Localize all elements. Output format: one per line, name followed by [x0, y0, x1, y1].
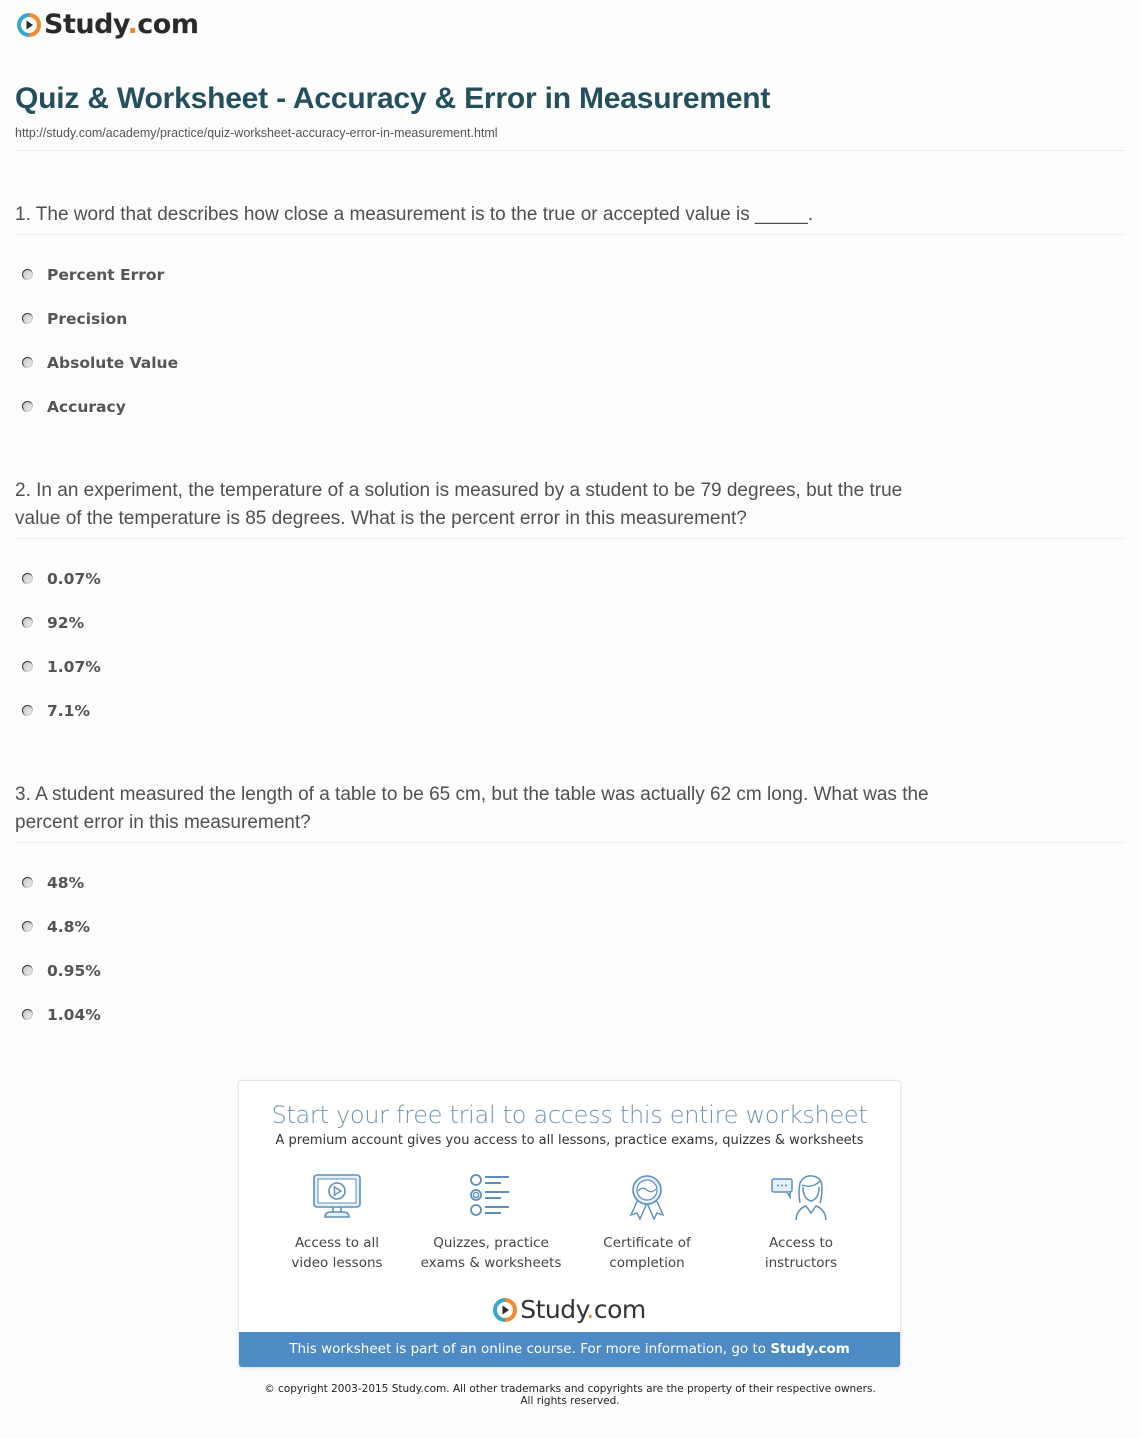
option-label: 48% [47, 874, 85, 892]
answer-option[interactable]: Precision [22, 310, 178, 354]
radio-button[interactable] [22, 965, 33, 976]
logo-wordmark: Study.com [44, 9, 199, 40]
divider [15, 842, 1125, 843]
divider [15, 538, 1125, 539]
answer-option[interactable]: 4.8% [22, 918, 101, 962]
page-title: Quiz & Worksheet - Accuracy & Error in M… [15, 82, 771, 115]
study-com-link[interactable]: Study.com [770, 1341, 849, 1357]
answer-option[interactable]: 0.95% [22, 962, 101, 1006]
option-label: Accuracy [47, 398, 126, 416]
promo-subtitle: A premium account gives you access to al… [275, 1133, 864, 1148]
copyright-notice: © copyright 2003-2015 Study.com. All oth… [264, 1383, 876, 1407]
answer-option[interactable]: 0.07% [22, 570, 101, 614]
option-label: Absolute Value [47, 354, 179, 372]
radio-button[interactable] [22, 921, 33, 932]
option-label: 4.8% [47, 918, 90, 936]
answer-option[interactable]: Percent Error [22, 266, 178, 310]
radio-button[interactable] [22, 401, 33, 412]
divider [15, 234, 1125, 235]
logo-wordmark: Study.com [520, 1295, 646, 1324]
radio-button[interactable] [22, 573, 33, 584]
radio-button[interactable] [22, 269, 33, 280]
course-info-banner: This worksheet is part of an online cour… [239, 1332, 900, 1367]
question-3-text: 3. A student measured the length of a ta… [15, 784, 929, 833]
answer-option[interactable]: 48% [22, 874, 101, 918]
free-trial-promo: Start your free trial to access this ent… [238, 1080, 901, 1368]
feature-certificate: Certificate of completion [567, 1173, 727, 1273]
page-url[interactable]: http://study.com/academy/practice/quiz-w… [15, 126, 498, 140]
promo-title[interactable]: Start your free trial to access this ent… [239, 1101, 900, 1129]
feature-label: Quizzes, practice exams & worksheets [420, 1235, 562, 1271]
answer-option[interactable]: 1.04% [22, 1006, 101, 1050]
certificate-ribbon-icon [629, 1175, 665, 1221]
answer-option[interactable]: 1.07% [22, 658, 101, 702]
study-com-logo[interactable]: Study.com [17, 10, 199, 40]
question-2-text: 2. In an experiment, the temperature of … [15, 480, 903, 529]
question-2-options: 0.07% 92% 1.07% 7.1% [22, 570, 101, 746]
question-3-options: 48% 4.8% 0.95% 1.04% [22, 874, 101, 1050]
quiz-list-icon [470, 1174, 509, 1216]
radio-button[interactable] [22, 357, 33, 368]
radio-button[interactable] [22, 313, 33, 324]
instructor-chat-icon [771, 1175, 827, 1221]
option-label: Precision [47, 310, 128, 328]
option-label: 1.04% [47, 1006, 101, 1024]
feature-instructors: Access to instructors [721, 1173, 881, 1273]
option-label: 92% [47, 614, 85, 632]
feature-label: Access to all video lessons [291, 1235, 383, 1271]
feature-label: Certificate of completion [603, 1235, 691, 1271]
option-label: 1.07% [47, 658, 101, 676]
promo-study-com-logo[interactable]: Study.com [239, 1295, 900, 1325]
feature-label: Access to instructors [764, 1235, 838, 1271]
option-label: 7.1% [47, 702, 90, 720]
feature-video-lessons: Access to all video lessons [257, 1173, 417, 1273]
monitor-play-icon [313, 1174, 361, 1218]
answer-option[interactable]: Accuracy [22, 398, 178, 442]
answer-option[interactable]: Absolute Value [22, 354, 178, 398]
question-1-text: 1. The word that describes how close a m… [15, 204, 814, 225]
radio-button[interactable] [22, 877, 33, 888]
divider [15, 150, 1125, 151]
radio-button[interactable] [22, 617, 33, 628]
option-label: 0.95% [47, 962, 101, 980]
play-logo-icon [17, 13, 41, 37]
question-1-options: Percent Error Precision Absolute Value A… [22, 266, 178, 442]
radio-button[interactable] [22, 705, 33, 716]
option-label: 0.07% [47, 570, 101, 588]
feature-quizzes: Quizzes, practice exams & worksheets [411, 1173, 571, 1273]
option-label: Percent Error [47, 266, 165, 284]
radio-button[interactable] [22, 661, 33, 672]
answer-option[interactable]: 92% [22, 614, 101, 658]
answer-option[interactable]: 7.1% [22, 702, 101, 746]
play-logo-icon [493, 1298, 518, 1322]
radio-button[interactable] [22, 1009, 33, 1020]
